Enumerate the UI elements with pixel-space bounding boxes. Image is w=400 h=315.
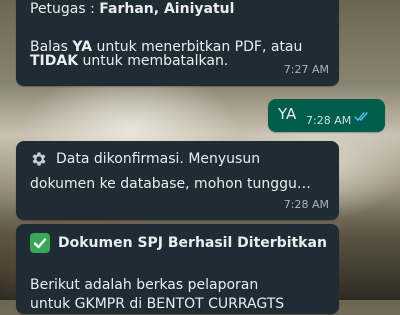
message-bubble-reply-ya[interactable]: YA 7:28 AM — [268, 99, 385, 132]
read-receipt-icon — [354, 112, 368, 121]
message-timestamp: 7:27 AM — [283, 63, 329, 76]
message-bubble-processing[interactable]: Data dikonfirmasi. Menyusun dokumen ke d… — [16, 141, 339, 220]
message-bubble-document-published[interactable]: Dokumen SPJ Berhasil Diterbitkan Berikut… — [16, 224, 339, 314]
message-timestamp: 7:28 AM — [283, 198, 329, 211]
message-text: untuk GKMPR di BENTOT CURRAGTS — [30, 296, 285, 312]
check-mark-button-icon — [30, 233, 50, 253]
officer-label: Petugas : — [30, 1, 100, 17]
officer-line: Petugas : Farhan, Ainiyatul — [30, 0, 234, 20]
keyword-tidak: TIDAK — [30, 53, 79, 69]
message-text: YA — [278, 105, 297, 123]
gear-icon — [32, 152, 46, 166]
message-bubble-confirm-request[interactable]: Petugas : Farhan, Ainiyatul Balas YA unt… — [16, 0, 339, 86]
message-heading: Dokumen SPJ Berhasil Diterbitkan — [58, 235, 327, 251]
message-text: Berikut adalah berkas pelaporan — [30, 277, 259, 293]
message-text: Data dikonfirmasi. Menyusun — [56, 151, 261, 167]
instruction-text: untuk membatalkan. — [78, 53, 229, 69]
officer-names: Farhan, Ainiyatul — [99, 1, 235, 17]
message-text: dokumen ke database, mohon tunggu… — [30, 176, 311, 192]
message-timestamp: 7:28 AM — [306, 114, 352, 127]
instruction-line-2: TIDAK untuk membatalkan. — [30, 51, 228, 72]
